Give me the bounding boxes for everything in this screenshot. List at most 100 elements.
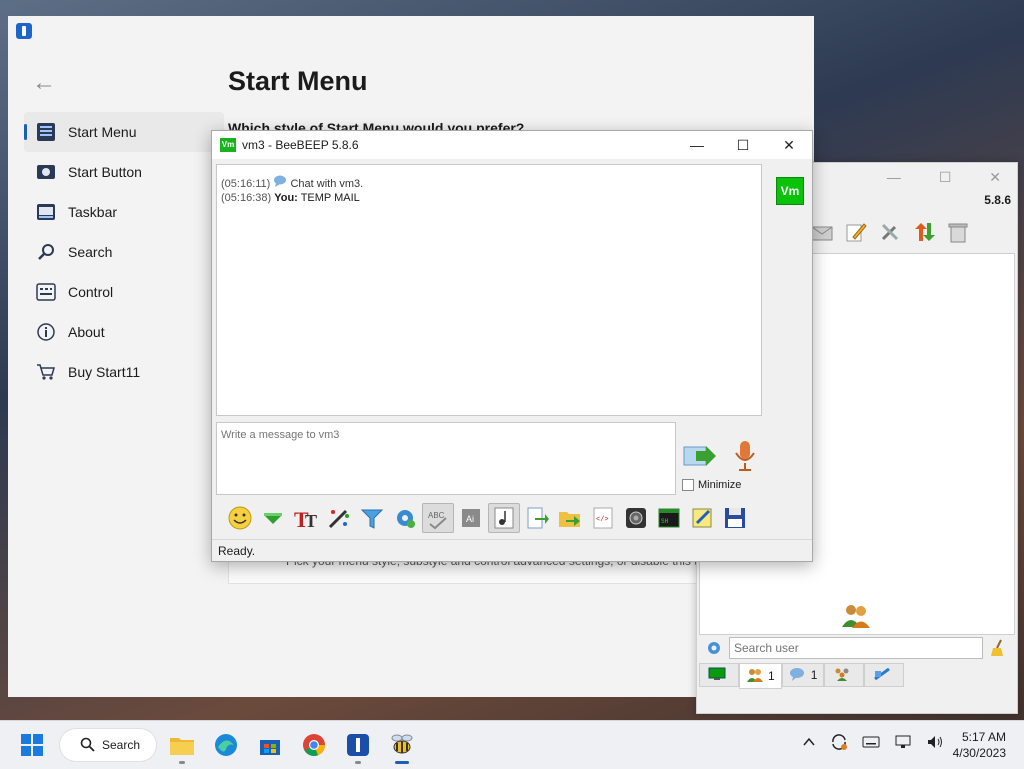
sidebar-item-start-button[interactable]: Start Button <box>24 152 224 192</box>
start11-titlebar <box>8 16 814 46</box>
screenshot-camera-icon[interactable] <box>620 503 652 533</box>
search-icon <box>36 242 56 262</box>
tab-computers[interactable] <box>699 663 739 687</box>
save-floppy-icon[interactable] <box>719 503 751 533</box>
edit-pencil-icon[interactable] <box>843 219 869 245</box>
start11-app-icon <box>16 23 32 39</box>
svg-text:SH: SH <box>661 518 669 525</box>
tab-shares[interactable] <box>864 663 905 687</box>
sidebar-item-label: Start Button <box>68 164 142 180</box>
svg-text:T: T <box>305 511 317 530</box>
taskbar-clock[interactable]: 5:17 AM 4/30/2023 <box>953 729 1006 761</box>
start-button-icon <box>36 162 56 182</box>
edge-browser-icon[interactable] <box>210 729 242 761</box>
tab-chats[interactable]: 1 <box>781 663 825 687</box>
buddy-toolbar <box>809 219 971 245</box>
send-file-icon[interactable] <box>521 503 553 533</box>
chat-message: (05:16:38) You: TEMP MAIL <box>221 191 757 205</box>
minimize-option[interactable]: Minimize <box>682 479 741 491</box>
taskbar-search[interactable]: Search <box>60 729 156 761</box>
voice-record-button[interactable] <box>732 439 758 473</box>
svg-text:Ai: Ai <box>466 514 474 524</box>
html-code-icon[interactable]: </> <box>587 503 619 533</box>
window-title: vm3 - BeeBEEP 5.8.6 <box>242 138 359 152</box>
terminal-icon[interactable]: SH <box>653 503 685 533</box>
close-button[interactable]: ✕ <box>766 131 812 159</box>
chrome-browser-icon[interactable] <box>298 729 330 761</box>
microsoft-store-icon[interactable] <box>254 729 286 761</box>
cart-icon <box>36 362 56 382</box>
sync-icon[interactable] <box>830 733 848 754</box>
chat-message: (05:16:11) Chat with vm3. <box>221 175 757 191</box>
sidebar-item-label: Start Menu <box>68 124 137 140</box>
sound-icon[interactable] <box>488 503 520 533</box>
maximize-button[interactable]: ☐ <box>720 131 766 159</box>
svg-text:</>: </> <box>596 516 609 524</box>
word-completion-icon[interactable]: Ai <box>455 503 487 533</box>
start11-taskbar-icon[interactable] <box>342 729 374 761</box>
sidebar-item-buy-start11[interactable]: Buy Start11 <box>24 352 224 392</box>
microphone-icon <box>735 441 755 471</box>
sidebar-item-start-menu[interactable]: Start Menu <box>24 112 224 152</box>
taskbar-icon <box>36 202 56 222</box>
sidebar-item-search[interactable]: Search <box>24 232 224 272</box>
sidebar-item-label: Taskbar <box>68 204 118 220</box>
search-icon <box>80 737 95 752</box>
group-icon <box>833 667 851 684</box>
chat-toolbar: TT ABC Ai </> SH <box>224 503 751 533</box>
send-button[interactable] <box>682 441 718 471</box>
minimize-icon: — <box>690 137 704 153</box>
message-text: TEMP MAIL <box>300 192 360 204</box>
file-explorer-icon[interactable] <box>166 729 198 761</box>
minimize-label: Minimize <box>698 479 742 491</box>
message-input[interactable] <box>216 422 676 495</box>
maximize-icon[interactable]: ☐ <box>939 169 952 185</box>
tools-icon[interactable] <box>877 219 903 245</box>
settings-gear-icon[interactable] <box>389 503 421 533</box>
filter-icon[interactable] <box>356 503 388 533</box>
keyboard-icon[interactable] <box>862 735 880 752</box>
maximize-icon: ☐ <box>736 136 750 153</box>
send-folder-icon[interactable] <box>554 503 586 533</box>
users-icon <box>746 668 764 685</box>
search-user-input[interactable] <box>729 637 983 659</box>
clear-broom-icon[interactable] <box>989 639 1007 660</box>
system-tray <box>802 733 944 754</box>
close-icon[interactable]: ✕ <box>989 169 1001 185</box>
font-icon[interactable]: TT <box>290 503 322 533</box>
network-icon[interactable] <box>894 734 912 753</box>
minimize-icon[interactable]: — <box>887 169 901 185</box>
sidebar-item-label: Control <box>68 284 114 300</box>
sidebar-item-control[interactable]: Control <box>24 272 224 312</box>
beebeep-taskbar-icon[interactable] <box>386 729 418 761</box>
tab-users[interactable]: 1 <box>739 663 782 689</box>
page-title: Start Menu <box>228 66 368 96</box>
minimize-checkbox[interactable] <box>682 479 694 491</box>
gear-icon[interactable] <box>705 639 723 660</box>
start-menu-icon <box>36 122 56 142</box>
chevron-up-icon[interactable] <box>802 735 816 752</box>
user-avatar[interactable]: Vm <box>776 177 804 205</box>
chat-window: Vm vm3 - BeeBEEP 5.8.6 — ☐ ✕ (05:16:11) … <box>211 130 813 562</box>
tab-groups[interactable] <box>824 663 865 687</box>
svg-text:ABC: ABC <box>428 511 445 520</box>
volume-icon[interactable] <box>926 734 944 753</box>
color-picker-icon[interactable] <box>323 503 355 533</box>
running-indicator <box>355 761 361 764</box>
close-icon: ✕ <box>783 136 795 153</box>
sidebar-item-about[interactable]: About <box>24 312 224 352</box>
notes-icon[interactable] <box>686 503 718 533</box>
chat-history[interactable]: (05:16:11) Chat with vm3. (05:16:38) You… <box>216 164 762 416</box>
emoticon-icon[interactable] <box>224 503 256 533</box>
spellcheck-icon[interactable]: ABC <box>422 503 454 533</box>
transfer-arrows-icon[interactable] <box>911 219 937 245</box>
dropdown-arrow-icon[interactable] <box>257 503 289 533</box>
sidebar-item-taskbar[interactable]: Taskbar <box>24 192 224 232</box>
search-user-row <box>703 637 1011 661</box>
chat-titlebar[interactable]: Vm vm3 - BeeBEEP 5.8.6 — ☐ ✕ <box>212 131 812 159</box>
trash-icon[interactable] <box>945 219 971 245</box>
clock-date: 4/30/2023 <box>952 746 1006 760</box>
windows-start-button[interactable] <box>16 729 48 761</box>
minimize-button[interactable]: — <box>674 131 720 159</box>
back-arrow-icon[interactable]: ← <box>32 68 62 98</box>
